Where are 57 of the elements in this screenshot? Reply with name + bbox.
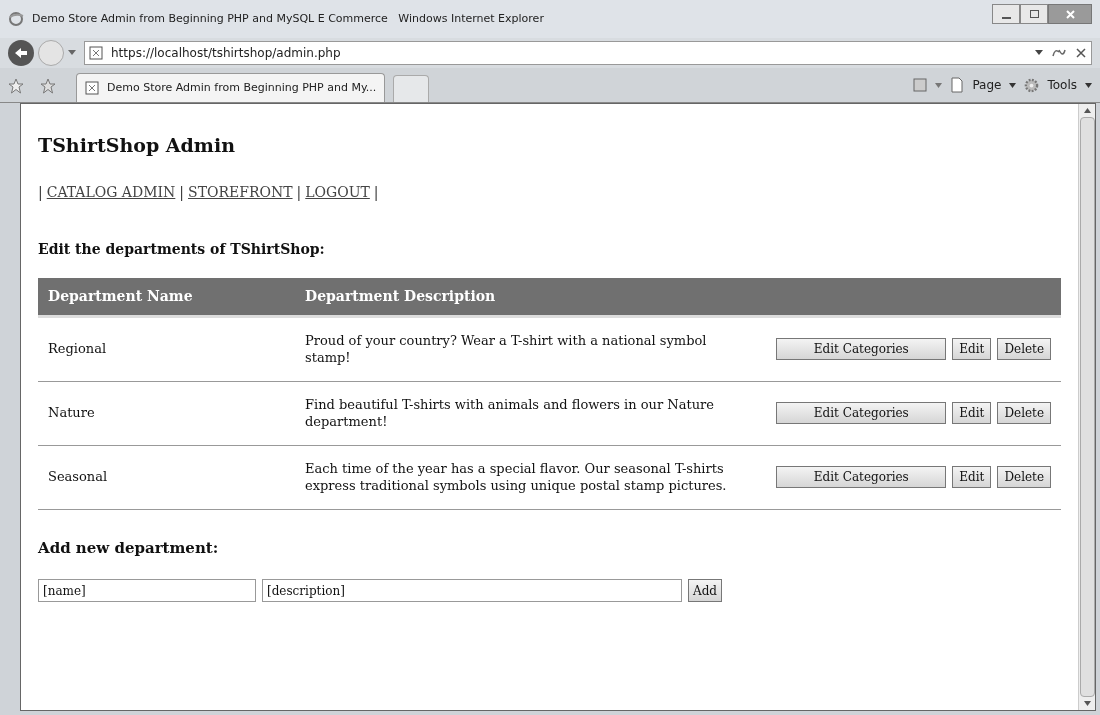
- address-field[interactable]: https://localhost/tshirtshop/admin.php: [84, 41, 1092, 65]
- table-cell-text: Nature: [47, 404, 96, 423]
- delete-button[interactable]: Delete: [997, 402, 1051, 424]
- section-heading: Add new department:: [38, 537, 220, 559]
- name-field[interactable]: [name]: [38, 579, 256, 602]
- table-cell-text: Seasonal: [47, 468, 109, 487]
- favorites-star-icon[interactable]: [8, 78, 24, 94]
- dropdown-caret-icon[interactable]: [68, 50, 76, 56]
- back-button[interactable]: [8, 40, 34, 66]
- tools-menu[interactable]: Tools: [1047, 76, 1077, 94]
- dropdown-caret-icon[interactable]: [1035, 50, 1043, 56]
- nav-separator: |: [296, 182, 302, 203]
- scroll-up-icon[interactable]: [1083, 108, 1091, 113]
- column-header: Department Name: [47, 286, 194, 306]
- window-title: Demo Store Admin from Beginning PHP and MySQL E Commerce Windows Internet Explorer: [32, 10, 544, 27]
- close-button[interactable]: [1048, 4, 1092, 24]
- tab-label: Demo Store Admin from Beginning PHP and My...: [107, 79, 377, 96]
- add-button[interactable]: Add: [688, 579, 723, 602]
- edit-button[interactable]: Edit: [952, 466, 992, 488]
- gear-icon: [1024, 77, 1040, 93]
- dropdown-caret-icon[interactable]: [1085, 82, 1092, 88]
- description-field[interactable]: [description]: [262, 579, 682, 602]
- column-header: Department Description: [305, 286, 496, 306]
- edit-button[interactable]: Edit: [952, 402, 992, 424]
- page-icon: [89, 46, 103, 60]
- add-favorite-star-icon[interactable]: [40, 78, 56, 94]
- stop-icon[interactable]: [1075, 47, 1087, 59]
- maximize-button[interactable]: [1020, 4, 1048, 24]
- nav-separator: |: [38, 182, 43, 203]
- nav-separator: |: [179, 182, 185, 203]
- edit-categories-button[interactable]: Edit Categories: [776, 402, 947, 424]
- edit-categories-button[interactable]: Edit Categories: [776, 338, 947, 360]
- nav-link[interactable]: CATALOG ADMIN: [46, 181, 176, 203]
- table-cell-text: Find beautiful T-shirts with animals and flowers in our Nature department!: [305, 396, 715, 430]
- page-icon: [85, 81, 99, 95]
- minimize-button[interactable]: [992, 4, 1020, 24]
- delete-button[interactable]: Delete: [997, 338, 1051, 360]
- edit-categories-button[interactable]: Edit Categories: [776, 466, 947, 488]
- table-cell-text: Each time of the year has a special flavor. Our seasonal T-shirts express traditional symbols using unique postal stamp pictures.: [305, 460, 728, 494]
- browser-logo-icon: [8, 11, 24, 27]
- dropdown-caret-icon[interactable]: [1009, 82, 1017, 88]
- back-arrow-icon: [14, 47, 28, 59]
- page-heading: TShirtShop Admin: [38, 133, 236, 158]
- close-icon: [1065, 9, 1075, 19]
- nav-link[interactable]: LOGOUT: [305, 181, 370, 203]
- page-menu[interactable]: Page: [972, 76, 1002, 94]
- nav-link[interactable]: STOREFRONT: [188, 181, 293, 203]
- table-cell-text: Regional: [47, 340, 108, 359]
- browser-tab[interactable]: Demo Store Admin from Beginning PHP and My...: [76, 73, 386, 102]
- url-text: https://localhost/tshirtshop/admin.php: [111, 45, 341, 62]
- section-heading: Edit the departments of TShirtShop:: [38, 239, 326, 259]
- delete-button[interactable]: Delete: [997, 466, 1051, 488]
- scroll-down-icon[interactable]: [1083, 701, 1091, 706]
- page-icon: [950, 77, 965, 93]
- table-cell-text: Proud of your country? Wear a T-shirt with a national symbol stamp!: [305, 332, 708, 366]
- edit-button[interactable]: Edit: [952, 338, 992, 360]
- nav-separator: |: [373, 182, 379, 203]
